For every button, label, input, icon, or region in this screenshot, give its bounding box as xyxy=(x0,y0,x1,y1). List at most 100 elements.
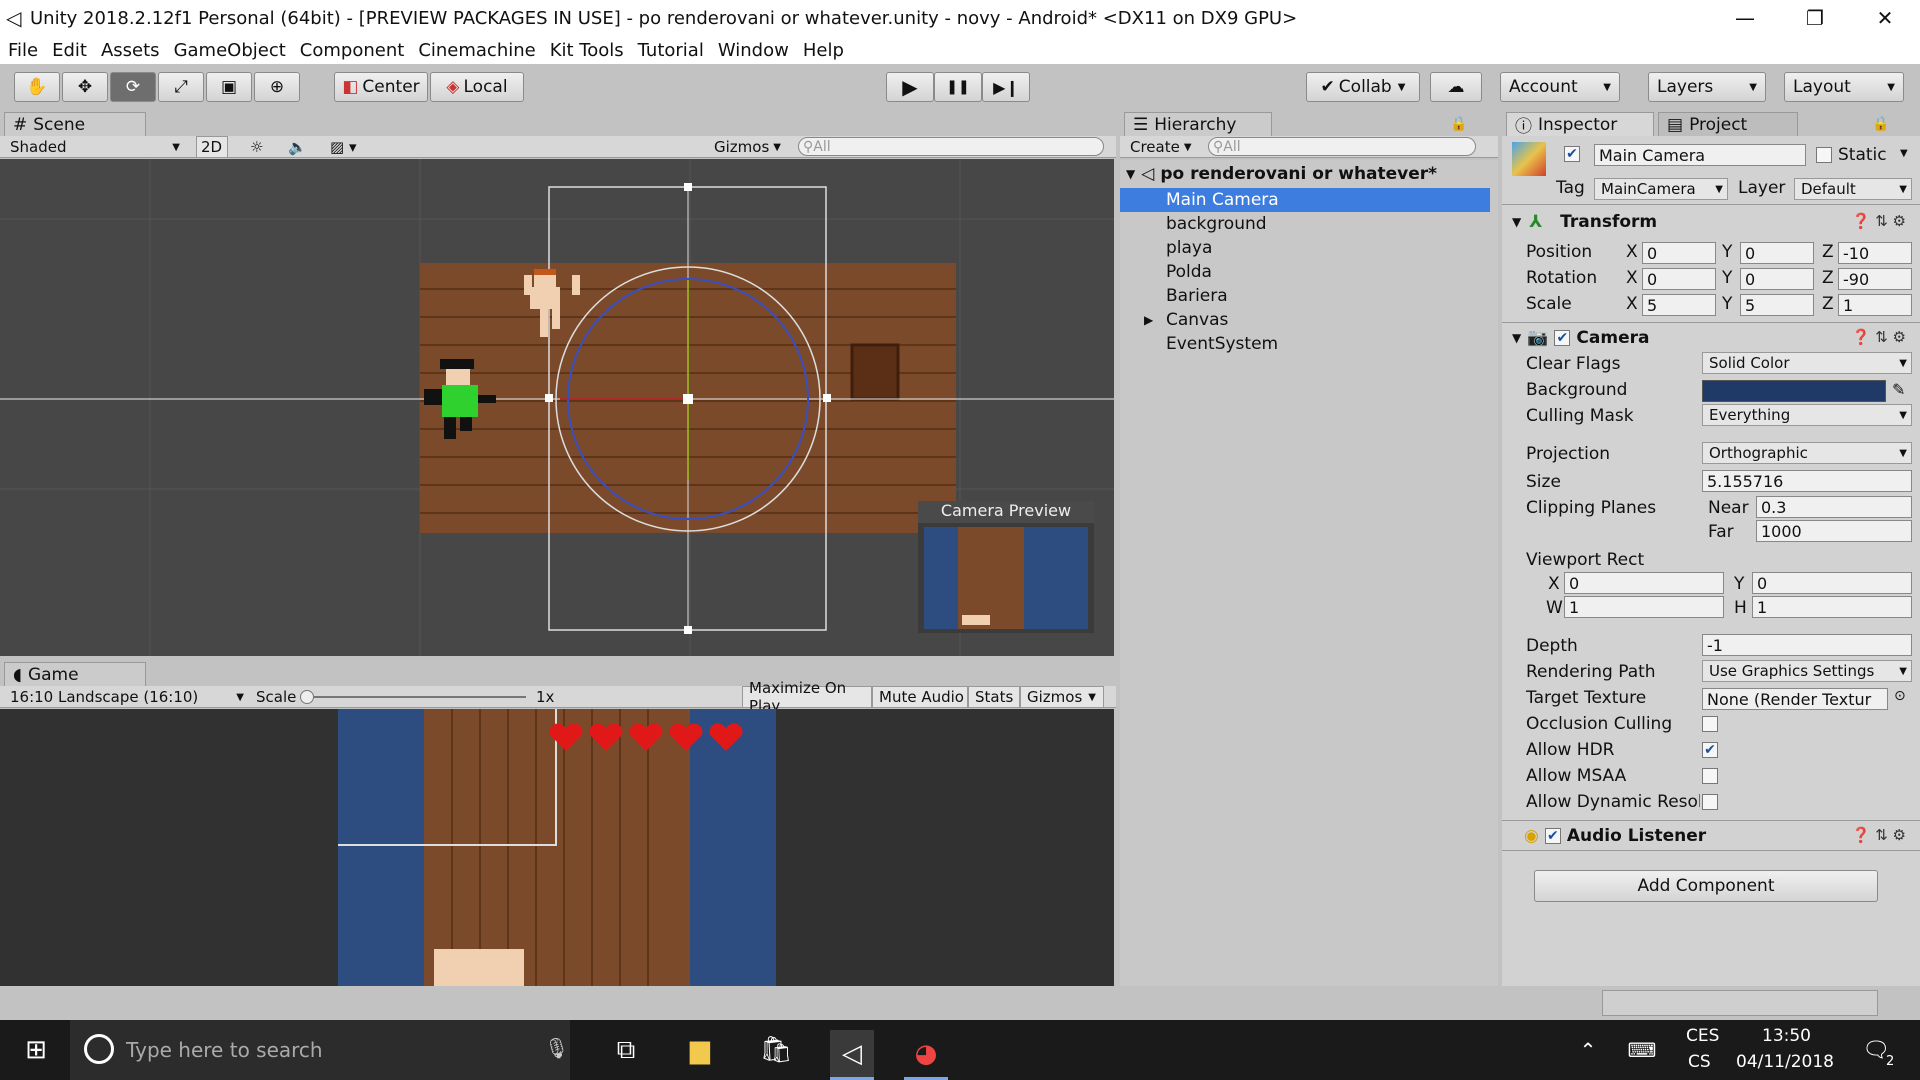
keyboard-icon[interactable]: ⌨ xyxy=(1620,1030,1664,1070)
object-picker-icon[interactable]: ⊙ xyxy=(1894,688,1906,704)
layout-dropdown[interactable]: Layout ▼ xyxy=(1784,72,1904,102)
taskbar-search-box[interactable]: Type here to search 🎙 xyxy=(70,1020,570,1080)
clock-date[interactable]: 04/11/2018 xyxy=(1736,1052,1834,1072)
minimize-button[interactable]: — xyxy=(1710,0,1780,36)
menu-component[interactable]: Component xyxy=(300,40,405,61)
tag-dropdown[interactable]: MainCamera ▼ xyxy=(1594,178,1728,200)
pivot-center-button[interactable]: ◧ Center xyxy=(334,72,428,102)
cloud-icon[interactable]: ☁ xyxy=(1430,72,1482,102)
rendering-path-dropdown[interactable]: Use Graphics Settings ▼ xyxy=(1702,660,1912,682)
viewport-y-field[interactable]: 0 xyxy=(1752,572,1912,594)
transform-header[interactable]: ▼ ⅄ Transform xyxy=(1512,212,1657,232)
hand-tool-icon[interactable]: ✋ xyxy=(14,72,60,102)
projection-dropdown[interactable]: Orthographic ▼ xyxy=(1702,442,1912,464)
component-menu-icons[interactable]: ❓ ⇅ ⚙ xyxy=(1852,826,1906,844)
background-color-swatch[interactable] xyxy=(1702,380,1886,402)
windows-start-icon[interactable]: ⊞ xyxy=(14,1030,58,1070)
pause-button[interactable]: ❚❚ xyxy=(934,72,982,102)
chevron-down-icon[interactable]: ▼ xyxy=(1900,148,1908,159)
target-texture-field[interactable]: None (Render Textur xyxy=(1702,688,1888,710)
hierarchy-item[interactable]: Main Camera xyxy=(1120,188,1490,212)
move-tool-icon[interactable]: ✥ xyxy=(62,72,108,102)
chrome-icon[interactable]: ◕ xyxy=(904,1030,948,1080)
component-menu-icons[interactable]: ❓ ⇅ ⚙ xyxy=(1852,328,1906,346)
tab-hierarchy[interactable]: ☰ Hierarchy xyxy=(1124,112,1272,136)
effects-icon[interactable]: ▨ ▾ xyxy=(324,136,372,158)
scale-slider-track[interactable] xyxy=(302,696,526,698)
scale-x-field[interactable]: 5 xyxy=(1642,294,1716,316)
viewport-w-field[interactable]: 1 xyxy=(1564,596,1724,618)
game-gizmos-dropdown[interactable]: Gizmos ▼ xyxy=(1020,686,1104,708)
menu-help[interactable]: Help xyxy=(803,40,844,61)
triangle-right-icon[interactable]: ▶ xyxy=(1144,313,1153,327)
audio-listener-header[interactable]: ◉ ✔ Audio Listener xyxy=(1524,826,1706,846)
viewport-x-field[interactable]: 0 xyxy=(1564,572,1724,594)
tab-project[interactable]: ▤ Project xyxy=(1658,112,1798,136)
menu-cinemachine[interactable]: Cinemachine xyxy=(418,40,535,61)
layer-dropdown[interactable]: Default ▼ xyxy=(1794,178,1912,200)
menu-kit-tools[interactable]: Kit Tools xyxy=(550,40,624,61)
camera-header[interactable]: ▼ 📷 ✔ Camera xyxy=(1512,328,1649,348)
scale-tool-icon[interactable]: ⤢ xyxy=(158,72,204,102)
position-y-field[interactable]: 0 xyxy=(1740,242,1814,264)
unity-taskbar-icon[interactable]: ◁ xyxy=(830,1030,874,1080)
hierarchy-item[interactable]: background xyxy=(1120,212,1490,236)
step-button[interactable]: ▶❙ xyxy=(982,72,1030,102)
lighting-icon[interactable]: ☼ xyxy=(244,136,274,158)
chevron-up-icon[interactable]: ⌃ xyxy=(1566,1030,1610,1070)
microphone-icon[interactable]: 🎙 xyxy=(544,1036,569,1060)
task-view-icon[interactable]: ⧉ xyxy=(604,1030,648,1070)
menu-edit[interactable]: Edit xyxy=(52,40,87,61)
account-dropdown[interactable]: Account ▼ xyxy=(1500,72,1620,102)
hierarchy-item[interactable]: Polda xyxy=(1120,260,1490,284)
language-bottom[interactable]: CS xyxy=(1688,1052,1711,1072)
scene-gizmos-dropdown[interactable]: Gizmos ▼ xyxy=(708,136,784,158)
component-menu-icons[interactable]: ❓ ⇅ ⚙ xyxy=(1852,212,1906,230)
clock-time[interactable]: 13:50 xyxy=(1762,1026,1811,1046)
rotation-x-field[interactable]: 0 xyxy=(1642,268,1716,290)
toggle-2d-button[interactable]: 2D xyxy=(196,136,228,158)
eyedropper-icon[interactable]: ✎ xyxy=(1892,380,1905,399)
pivot-local-button[interactable]: ◈ Local xyxy=(430,72,524,102)
rect-tool-icon[interactable]: ▣ xyxy=(206,72,252,102)
size-field[interactable]: 5.155716 xyxy=(1702,470,1912,492)
hierarchy-item[interactable]: playa xyxy=(1120,236,1490,260)
aspect-dropdown[interactable]: 16:10 Landscape (16:10) ▼ xyxy=(4,686,248,708)
maximize-button[interactable]: ❐ xyxy=(1780,0,1850,36)
culling-mask-dropdown[interactable]: Everything ▼ xyxy=(1702,404,1912,426)
collab-button[interactable]: ✔ Collab ▼ xyxy=(1306,72,1420,102)
audio-listener-enabled-checkbox[interactable]: ✔ xyxy=(1544,828,1561,844)
rotation-y-field[interactable]: 0 xyxy=(1740,268,1814,290)
menu-tutorial[interactable]: Tutorial xyxy=(638,40,704,61)
add-component-button[interactable]: Add Component xyxy=(1534,870,1878,902)
rotation-z-field[interactable]: -90 xyxy=(1838,268,1912,290)
position-z-field[interactable]: -10 xyxy=(1838,242,1912,264)
hierarchy-search-input[interactable]: ⚲ All xyxy=(1208,137,1476,156)
tab-game[interactable]: ◖ Game xyxy=(4,662,146,686)
audio-icon[interactable]: 🔈 xyxy=(282,136,312,158)
language-top[interactable]: CES xyxy=(1686,1026,1719,1046)
menu-assets[interactable]: Assets xyxy=(101,40,160,61)
camera-enabled-checkbox[interactable]: ✔ xyxy=(1554,330,1571,346)
play-button[interactable]: ▶ xyxy=(886,72,934,102)
menu-file[interactable]: File xyxy=(8,40,38,61)
static-checkbox[interactable] xyxy=(1816,147,1832,163)
menu-gameobject[interactable]: GameObject xyxy=(174,40,286,61)
tab-scene[interactable]: # Scene xyxy=(4,112,146,136)
object-name-field[interactable]: Main Camera xyxy=(1594,144,1806,166)
transform-tool-icon[interactable]: ⊕ xyxy=(254,72,300,102)
rotate-tool-icon[interactable]: ⟳ xyxy=(110,72,156,102)
mute-audio-toggle[interactable]: Mute Audio xyxy=(872,686,968,708)
file-explorer-icon[interactable]: ▆ xyxy=(678,1030,722,1070)
scale-y-field[interactable]: 5 xyxy=(1740,294,1814,316)
occlusion-culling-checkbox[interactable] xyxy=(1702,716,1718,732)
clear-flags-dropdown[interactable]: Solid Color ▼ xyxy=(1702,352,1912,374)
create-dropdown[interactable]: Create ▼ xyxy=(1124,136,1192,158)
store-icon[interactable]: 🛍 xyxy=(754,1030,798,1070)
layers-dropdown[interactable]: Layers ▼ xyxy=(1648,72,1766,102)
shading-dropdown[interactable]: Shaded ▼ xyxy=(4,136,184,158)
hierarchy-item[interactable]: Bariera xyxy=(1120,284,1490,308)
active-checkbox[interactable]: ✔ xyxy=(1564,146,1580,162)
allow-dynamic-resolution-checkbox[interactable] xyxy=(1702,794,1718,810)
scale-slider-handle[interactable] xyxy=(300,690,314,704)
